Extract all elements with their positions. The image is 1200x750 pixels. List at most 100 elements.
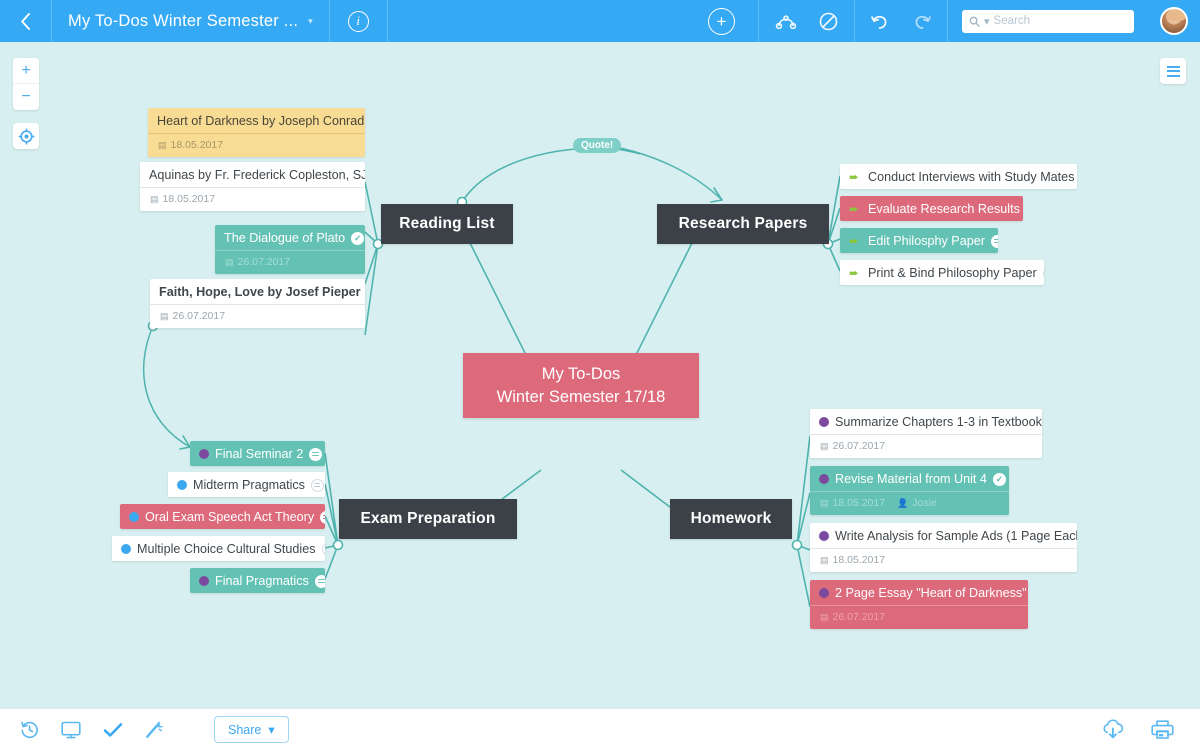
card-faith-hope-love[interactable]: Faith, Hope, Love by Josef Pieper ✓ ▤ 26… xyxy=(150,279,365,328)
card-header: Revise Material from Unit 4 ✓ ✓ xyxy=(810,466,1009,492)
person-icon: 👤 xyxy=(897,498,908,509)
relation-label[interactable]: Quote! xyxy=(573,138,621,153)
download-button[interactable] xyxy=(1101,719,1125,740)
note-icon[interactable] xyxy=(311,479,324,492)
attachment-clip-icon[interactable]: 🖇 xyxy=(1043,267,1044,280)
undo-redo-group xyxy=(855,0,948,42)
card-heart-of-darkness[interactable]: Heart of Darkness by Joseph Conrad ✓ ▤ 1… xyxy=(148,108,365,157)
card-summarize-chapters[interactable]: Summarize Chapters 1-3 in Textbook ✓ ▤ 2… xyxy=(810,409,1042,458)
card-print-bind-philosophy-paper[interactable]: ➨ Print & Bind Philosophy Paper 🖇 xyxy=(840,260,1044,285)
center-map-button[interactable] xyxy=(13,123,39,149)
card-write-analysis-sample-ads[interactable]: Write Analysis for Sample Ads (1 Page Ea… xyxy=(810,523,1077,572)
branch-reading-list[interactable]: Reading List xyxy=(381,204,513,244)
note-icon[interactable] xyxy=(309,448,322,461)
card-header: ➨ Edit Philosphy Paper xyxy=(840,228,998,253)
calendar-icon: ▤ xyxy=(150,194,159,205)
mindmap-app: My To-Dos Winter Semester ... ▾ i + xyxy=(0,0,1200,750)
card-title: Oral Exam Speech Act Theory xyxy=(145,510,314,524)
card-title: Revise Material from Unit 4 xyxy=(835,472,987,486)
zoom-out-button[interactable]: − xyxy=(13,84,39,110)
priority-bullet-icon xyxy=(819,417,829,427)
back-button[interactable] xyxy=(0,0,52,42)
history-button[interactable] xyxy=(20,720,39,739)
card-evaluate-research-results[interactable]: ➨ Evaluate Research Results 🖇 xyxy=(840,196,1023,221)
mindmap-canvas[interactable]: + − Quote! Reading List Research Papers … xyxy=(0,42,1200,708)
print-button[interactable] xyxy=(1151,719,1174,740)
check-icon[interactable]: ✓ xyxy=(993,473,1006,486)
card-date: 18.05.2017 xyxy=(171,139,224,151)
branch-research-papers[interactable]: Research Papers xyxy=(657,204,829,244)
card-date: 18.05.2017 xyxy=(163,193,216,205)
priority-bullet-icon xyxy=(199,449,209,459)
magic-wand-icon xyxy=(145,720,164,739)
card-oral-exam-speech-act-theory[interactable]: Oral Exam Speech Act Theory xyxy=(120,504,325,529)
branch-homework[interactable]: Homework xyxy=(670,499,792,539)
note-icon[interactable] xyxy=(322,543,326,556)
card-2-page-essay[interactable]: 2 Page Essay "Heart of Darkness" ✓ ▤ 26.… xyxy=(810,580,1028,629)
undo-button[interactable] xyxy=(871,13,890,30)
page-title: My To-Dos Winter Semester ... xyxy=(68,12,298,31)
user-menu-button[interactable] xyxy=(1148,0,1200,42)
card-header: Aquinas by Fr. Frederick Copleston, SJ ✓ xyxy=(140,162,365,188)
card-title: Final Seminar 2 xyxy=(215,447,303,461)
card-conduct-interviews[interactable]: ➨ Conduct Interviews with Study Mates xyxy=(840,164,1077,189)
priority-bullet-icon xyxy=(177,480,187,490)
card-date: 18.05.2017 xyxy=(833,497,886,509)
info-button[interactable]: i xyxy=(330,0,388,42)
search-input[interactable]: ▾ Search xyxy=(962,10,1134,33)
card-date: 26.07.2017 xyxy=(238,256,291,268)
connect-nodes-button[interactable] xyxy=(775,13,797,29)
undo-icon xyxy=(871,13,890,30)
checkmark-icon xyxy=(103,722,123,738)
calendar-icon: ▤ xyxy=(158,140,167,151)
arrow-right-icon: ➨ xyxy=(849,235,862,247)
redo-button[interactable] xyxy=(912,13,931,30)
cloud-download-icon xyxy=(1101,719,1125,740)
central-node[interactable]: My To-Dos Winter Semester 17/18 xyxy=(463,353,699,418)
note-icon[interactable] xyxy=(320,511,325,524)
card-aquinas[interactable]: Aquinas by Fr. Frederick Copleston, SJ ✓… xyxy=(140,162,365,211)
chevron-left-icon xyxy=(20,13,31,30)
arrow-right-icon: ➨ xyxy=(849,267,862,279)
card-final-seminar-2[interactable]: Final Seminar 2 xyxy=(190,441,325,466)
card-header: Faith, Hope, Love by Josef Pieper ✓ xyxy=(150,279,365,305)
card-midterm-pragmatics[interactable]: Midterm Pragmatics xyxy=(168,472,325,497)
note-icon[interactable] xyxy=(315,575,325,588)
task-check-button[interactable] xyxy=(103,722,123,738)
card-meta: ▤ 26.07.2017 xyxy=(150,305,365,328)
connector-tools-group xyxy=(759,0,855,42)
card-title: Midterm Pragmatics xyxy=(193,478,305,492)
disconnect-button[interactable] xyxy=(819,12,838,31)
zoom-in-button[interactable]: + xyxy=(13,58,39,84)
presentation-screen-icon xyxy=(61,721,81,739)
document-title-dropdown[interactable]: My To-Dos Winter Semester ... ▾ xyxy=(52,0,330,42)
card-multiple-choice-cultural-studies[interactable]: Multiple Choice Cultural Studies xyxy=(112,536,325,561)
presentation-button[interactable] xyxy=(61,721,81,739)
check-icon[interactable]: ✓ xyxy=(351,232,364,245)
bottom-right-tools xyxy=(1101,719,1200,740)
connect-nodes-icon xyxy=(775,13,797,29)
card-date: 26.07.2017 xyxy=(833,440,886,452)
card-header: 2 Page Essay "Heart of Darkness" ✓ xyxy=(810,580,1028,606)
priority-bullet-icon xyxy=(819,474,829,484)
card-edit-philosophy-paper[interactable]: ➨ Edit Philosphy Paper xyxy=(840,228,998,253)
info-icon: i xyxy=(348,11,369,32)
card-header: The Dialogue of Plato ✓ xyxy=(215,225,365,251)
card-title: Heart of Darkness by Joseph Conrad xyxy=(157,114,364,128)
card-final-pragmatics[interactable]: Final Pragmatics xyxy=(190,568,325,593)
map-menu-button[interactable] xyxy=(1160,58,1186,84)
share-button[interactable]: Share ▾ xyxy=(214,716,289,743)
card-meta: ▤ 26.07.2017 xyxy=(215,251,365,274)
calendar-icon: ▤ xyxy=(225,257,234,268)
card-meta: ▤ 26.07.2017 xyxy=(810,435,1042,458)
add-node-button[interactable]: + xyxy=(685,0,759,42)
card-date: 18.05.2017 xyxy=(833,554,886,566)
magic-layout-button[interactable] xyxy=(145,720,164,739)
card-revise-material-unit-4[interactable]: Revise Material from Unit 4 ✓ ✓ ▤ 18.05.… xyxy=(810,466,1009,515)
card-date: 26.07.2017 xyxy=(833,611,886,623)
branch-exam-preparation[interactable]: Exam Preparation xyxy=(339,499,517,539)
priority-bullet-icon xyxy=(819,588,829,598)
card-title: Print & Bind Philosophy Paper xyxy=(868,266,1037,280)
card-dialogue-of-plato[interactable]: The Dialogue of Plato ✓ ▤ 26.07.2017 xyxy=(215,225,365,274)
note-icon[interactable] xyxy=(991,235,998,248)
